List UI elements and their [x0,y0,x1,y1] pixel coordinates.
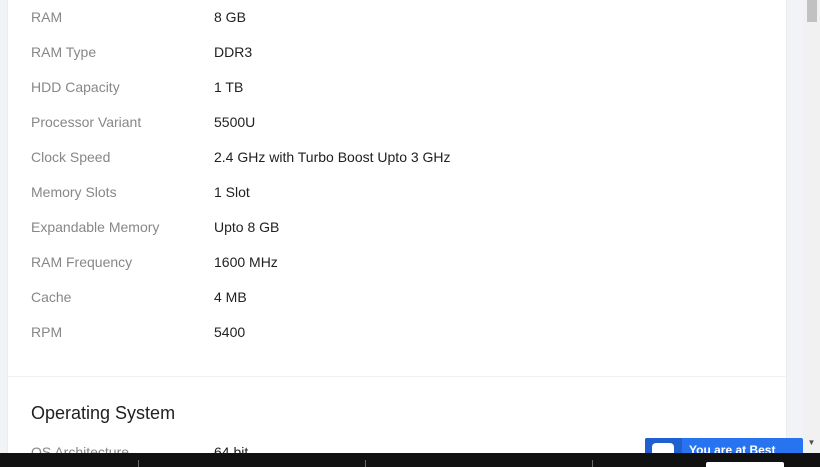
bottom-bar-button[interactable] [706,462,784,467]
spec-value: 4 MB [214,289,247,305]
spec-value: 1600 MHz [214,254,278,270]
spec-row-memory-slots: Memory Slots 1 Slot [31,182,771,202]
spec-value: 1 TB [214,79,244,95]
section-title-operating-system: Operating System [31,403,176,423]
spec-key: Cache [31,289,72,305]
section-divider [7,376,787,377]
location-widget[interactable]: You are at Best [645,438,803,453]
spec-row-processor-variant: Processor Variant 5500U [31,112,771,132]
location-widget-text: You are at Best [689,443,776,453]
spec-value: 64 bit [214,444,249,453]
scroll-down-arrow-icon[interactable]: ▼ [803,436,820,450]
chat-bubble-icon [652,443,674,453]
spec-value: 5500U [214,114,256,130]
bottom-bar-separator [138,460,139,467]
spec-row-rpm: RPM 5400 [31,322,771,342]
spec-key: Clock Speed [31,149,111,165]
location-widget-icon-box [645,438,682,453]
spec-key: HDD Capacity [31,79,120,95]
spec-key: RAM Type [31,44,97,60]
spec-key: RAM Frequency [31,254,133,270]
page-viewport: RAM 8 GB RAM Type DDR3 HDD Capacity 1 TB… [0,0,803,453]
spec-value: DDR3 [214,44,253,60]
spec-row-expandable-memory: Expandable Memory Upto 8 GB [31,217,771,237]
spec-row-clock-speed: Clock Speed 2.4 GHz with Turbo Boost Upt… [31,147,771,167]
bottom-bar-separator [592,460,593,467]
spec-row-ram: RAM 8 GB [31,7,771,27]
spec-key: OS Architecture [31,444,130,453]
spec-value: 2.4 GHz with Turbo Boost Upto 3 GHz [214,149,451,165]
spec-value: 8 GB [214,9,246,25]
spec-row-ram-frequency: RAM Frequency 1600 MHz [31,252,771,272]
spec-key: Memory Slots [31,184,117,200]
bottom-bar-separator [365,460,366,467]
spec-value: 5400 [214,324,246,340]
spec-row-hdd-capacity: HDD Capacity 1 TB [31,77,771,97]
spec-key: Expandable Memory [31,219,160,235]
spec-key: RAM [31,9,63,25]
bottom-bar [0,453,820,467]
scrollbar-thumb[interactable] [807,0,817,22]
spec-key: RPM [31,324,63,340]
spec-row-ram-type: RAM Type DDR3 [31,42,771,62]
spec-value: Upto 8 GB [214,219,280,235]
vertical-scrollbar[interactable]: ▼ [803,0,820,453]
spec-row-cache: Cache 4 MB [31,287,771,307]
spec-value: 1 Slot [214,184,250,200]
spec-key: Processor Variant [31,114,142,130]
